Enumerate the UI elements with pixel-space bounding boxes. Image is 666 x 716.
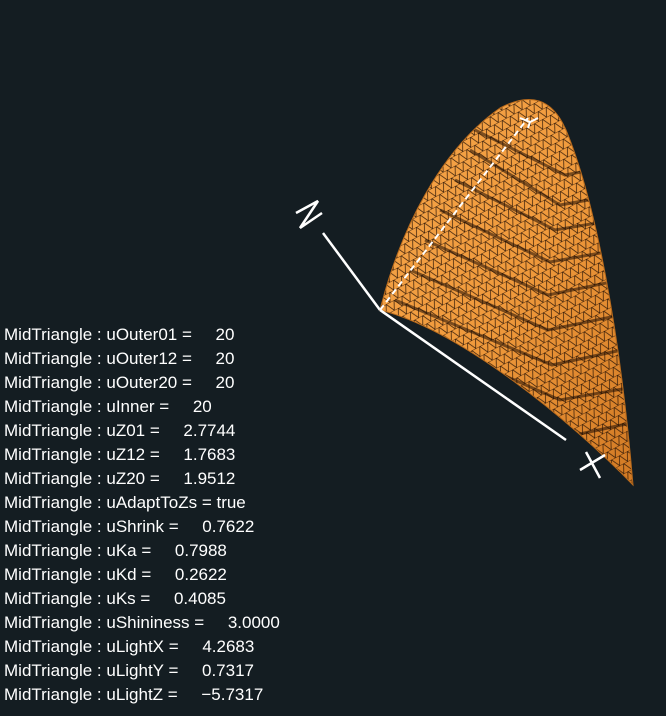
uniform-name: uKs (106, 589, 136, 608)
uniform-line-uAdaptToZs: MidTriangle : uAdaptToZs = true (4, 493, 246, 512)
uniform-name: uLightZ (106, 685, 164, 704)
uniform-line-uKa: MidTriangle : uKa = 0.7988 (4, 541, 227, 560)
tessellated-surface[interactable] (370, 90, 645, 490)
uniform-name: uOuter12 (106, 349, 178, 368)
uniform-object: MidTriangle (4, 517, 93, 536)
surface-mesh (380, 99, 633, 485)
uniform-value: 0.2622 (174, 565, 227, 584)
uniform-object: MidTriangle (4, 589, 93, 608)
uniform-line-uOuter20: MidTriangle : uOuter20 = 20 (4, 373, 235, 392)
uniform-object: MidTriangle (4, 565, 93, 584)
uniform-value: 0.7317 (202, 661, 254, 680)
uniform-name: uLightY (106, 661, 164, 680)
uniform-line-uOuter12: MidTriangle : uOuter12 = 20 (4, 349, 235, 368)
uniform-object: MidTriangle (4, 349, 93, 368)
uniform-object: MidTriangle (4, 493, 93, 512)
uniform-object: MidTriangle (4, 397, 93, 416)
uniform-name: uZ12 (106, 445, 146, 464)
uniform-line-uKd: MidTriangle : uKd = 0.2622 (4, 565, 227, 584)
uniform-value: 20 (215, 373, 235, 392)
uniform-object: MidTriangle (4, 469, 93, 488)
uniform-name: uShininess (106, 613, 190, 632)
uniform-object: MidTriangle (4, 325, 93, 344)
uniform-name: uKa (106, 541, 137, 560)
uniform-line-uLightZ: MidTriangle : uLightZ = −5.7317 (4, 685, 264, 704)
uniform-name: uOuter01 (106, 325, 178, 344)
uniform-name: uOuter20 (106, 373, 178, 392)
uniform-name: uAdaptToZs (106, 493, 198, 512)
uniform-name: uZ01 (106, 421, 146, 440)
uniform-object: MidTriangle (4, 445, 93, 464)
uniform-line-uZ01: MidTriangle : uZ01 = 2.7744 (4, 421, 236, 440)
uniform-name: uLightX (106, 637, 165, 656)
uniform-value: 2.7744 (183, 421, 236, 440)
uniform-name: uKd (106, 565, 137, 584)
uniform-object: MidTriangle (4, 661, 93, 680)
uniform-value: 20 (192, 397, 212, 416)
uniform-value: true (216, 493, 246, 512)
uniform-readout-list: MidTriangle : uOuter01 = 20 MidTriangle :… (4, 323, 280, 707)
uniform-object: MidTriangle (4, 613, 93, 632)
uniform-line-uInner: MidTriangle : uInner = 20 (4, 397, 212, 416)
uniform-value: 4.2683 (202, 637, 255, 656)
uniform-value: 20 (215, 349, 235, 368)
uniform-line-uZ12: MidTriangle : uZ12 = 1.7683 (4, 445, 236, 464)
uniform-line-uKs: MidTriangle : uKs = 0.4085 (4, 589, 226, 608)
uniform-name: uZ20 (106, 469, 146, 488)
uniform-value: 1.9512 (183, 469, 236, 488)
uniform-line-uLightY: MidTriangle : uLightY = 0.7317 (4, 661, 254, 680)
uniform-line-uShininess: MidTriangle : uShininess = 3.0000 (4, 613, 280, 632)
uniform-line-uZ20: MidTriangle : uZ20 = 1.9512 (4, 469, 236, 488)
uniform-object: MidTriangle (4, 637, 93, 656)
uniform-value: −5.7317 (201, 685, 264, 704)
uniform-name: uInner (106, 397, 155, 416)
uniform-line-uShrink: MidTriangle : uShrink = 0.7622 (4, 517, 255, 536)
z-axis-line (321, 232, 382, 311)
render-viewport[interactable]: MidTriangle : uOuter01 = 20 MidTriangle :… (0, 0, 666, 716)
uniform-value: 1.7683 (183, 445, 236, 464)
uniform-line-uLightX: MidTriangle : uLightX = 4.2683 (4, 637, 255, 656)
x-axis-label (579, 451, 606, 479)
uniform-object: MidTriangle (4, 373, 93, 392)
uniform-value: 0.7988 (174, 541, 227, 560)
uniform-object: MidTriangle (4, 685, 93, 704)
z-axis-label (295, 199, 323, 230)
uniform-object: MidTriangle (4, 421, 93, 440)
uniform-value: 3.0000 (227, 613, 280, 632)
uniform-value: 20 (215, 325, 235, 344)
uniform-value: 0.4085 (173, 589, 226, 608)
uniform-line-uOuter01: MidTriangle : uOuter01 = 20 (4, 325, 235, 344)
uniform-value: 0.7622 (202, 517, 255, 536)
uniform-object: MidTriangle (4, 541, 93, 560)
uniform-name: uShrink (106, 517, 164, 536)
